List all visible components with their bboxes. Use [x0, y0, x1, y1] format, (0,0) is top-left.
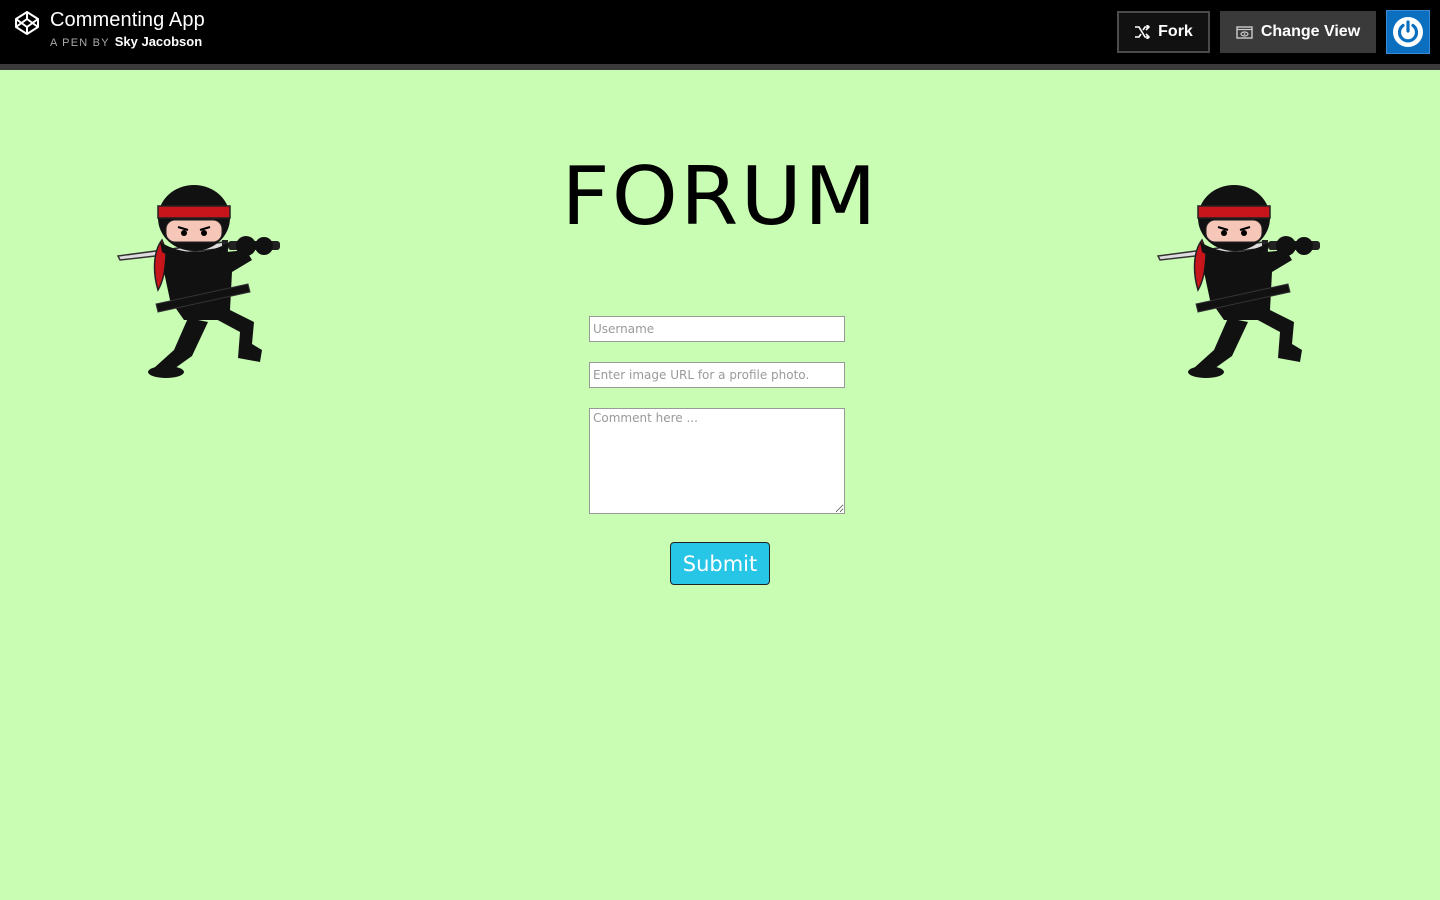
pen-title: Commenting App	[50, 9, 205, 31]
eye-icon	[1236, 25, 1253, 39]
submit-button[interactable]: Submit	[670, 542, 770, 585]
pen-by-label: A PEN BY	[50, 37, 110, 49]
author-link[interactable]: Sky Jacobson	[115, 34, 202, 49]
fork-button[interactable]: Fork	[1117, 11, 1210, 53]
fork-icon	[1134, 25, 1151, 39]
page-title: FORUM	[561, 150, 879, 243]
fork-label: Fork	[1158, 23, 1193, 40]
change-view-label: Change View	[1260, 23, 1361, 40]
pen-brand: Commenting App A PEN BY Sky Jacobson	[14, 8, 205, 49]
username-input[interactable]	[589, 316, 845, 342]
top-bar: Commenting App A PEN BY Sky Jacobson For…	[0, 0, 1440, 70]
change-view-button[interactable]: Change View	[1220, 11, 1376, 53]
pen-by-line: A PEN BY Sky Jacobson	[50, 34, 205, 49]
power-icon	[1393, 17, 1423, 47]
image-url-input[interactable]	[589, 362, 845, 388]
user-avatar-button[interactable]	[1386, 10, 1430, 54]
comment-textarea[interactable]	[589, 408, 845, 514]
codepen-logo-icon[interactable]	[14, 10, 40, 36]
